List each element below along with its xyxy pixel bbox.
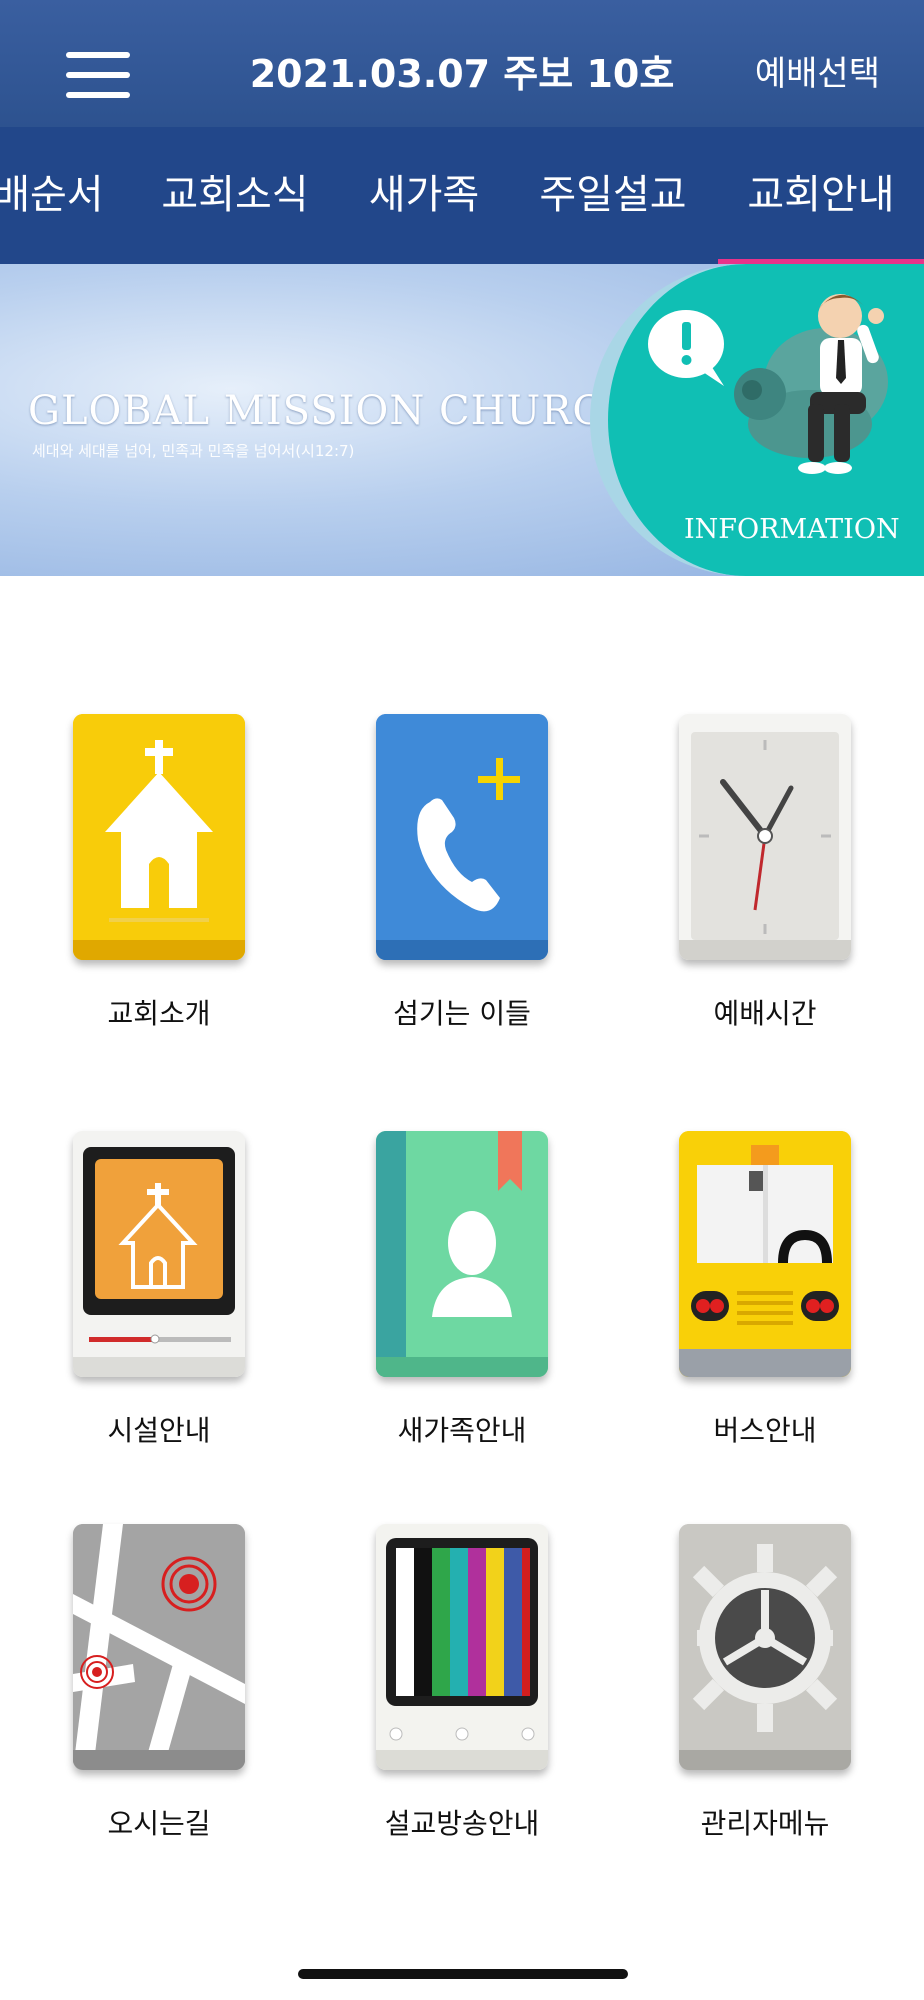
contact-book-icon	[376, 1131, 548, 1377]
menu-item-facilities[interactable]: 시설안내	[16, 1131, 276, 1461]
menu-item-admin[interactable]: 관리자메뉴	[622, 1524, 882, 1854]
tab-church-news[interactable]: 교회소식	[150, 127, 320, 264]
menu-label: 섬기는 이들	[393, 997, 531, 1030]
menu-item-staff[interactable]: 섬기는 이들	[319, 714, 579, 1044]
menu-item-worship-times[interactable]: 예배시간	[622, 714, 882, 1044]
worship-select-button[interactable]: 예배선택	[755, 48, 880, 100]
tv-icon	[376, 1524, 548, 1770]
banner-info-label: INFORMATION	[684, 514, 900, 545]
bulletin-title: 2021.03.07 주보 10호	[249, 52, 675, 96]
bus-icon	[679, 1131, 851, 1377]
tab-sunday-sermon[interactable]: 주일설교	[528, 127, 698, 264]
home-indicator[interactable]	[298, 1969, 628, 1979]
menu-label: 관리자메뉴	[700, 1807, 830, 1840]
facility-icon	[73, 1131, 245, 1377]
tab-church-info[interactable]: 교회안내	[734, 127, 908, 264]
menu-item-new-family[interactable]: 새가족안내	[319, 1131, 579, 1461]
banner-title: GLOBAL MISSION CHURCH	[28, 388, 640, 434]
menu-label: 시설안내	[107, 1414, 211, 1447]
banner-subtitle: 세대와 세대를 넘어, 민족과 민족을 넘어서(시12:7)	[32, 442, 355, 460]
menu-item-church-intro[interactable]: 교회소개	[16, 714, 276, 1044]
tab-worship-order[interactable]: 예배순서	[0, 127, 110, 264]
info-character-illustration	[648, 294, 888, 474]
tab-bar: 예배순서 교회소식 새가족 주일설교 교회안내	[0, 127, 924, 264]
clock-icon	[679, 714, 851, 960]
tab-new-family[interactable]: 새가족	[354, 127, 494, 264]
settings-gear-icon	[679, 1524, 851, 1770]
menu-item-sermon-broadcast[interactable]: 설교방송안내	[319, 1524, 579, 1854]
map-icon	[73, 1524, 245, 1770]
hamburger-menu-icon[interactable]	[66, 52, 130, 98]
phone-plus-icon	[376, 714, 548, 960]
menu-item-bus[interactable]: 버스안내	[622, 1131, 882, 1461]
menu-label: 설교방송안내	[384, 1807, 540, 1840]
menu-label: 오시는길	[107, 1807, 211, 1840]
church-banner: GLOBAL MISSION CHURCH 세대와 세대를 넘어, 민족과 민족…	[0, 264, 924, 576]
menu-label: 예배시간	[713, 997, 817, 1030]
app-header: 2021.03.07 주보 10호 예배선택	[0, 0, 924, 127]
menu-label: 버스안내	[713, 1414, 817, 1447]
menu-label: 새가족안내	[397, 1414, 527, 1447]
menu-label: 교회소개	[107, 997, 211, 1030]
church-icon	[73, 714, 245, 960]
menu-item-directions[interactable]: 오시는길	[16, 1524, 276, 1854]
